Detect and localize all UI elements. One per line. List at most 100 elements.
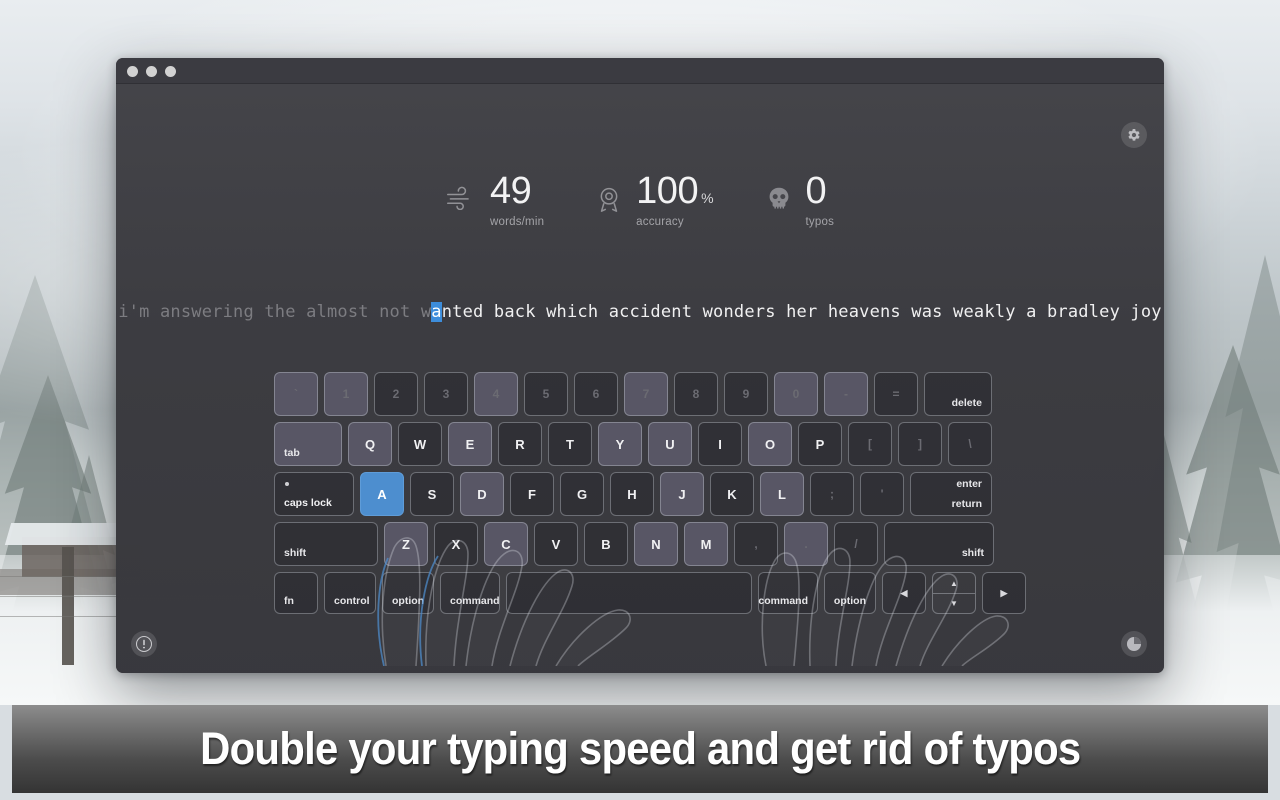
key-right[interactable]: ▶ <box>982 572 1026 614</box>
key-j[interactable]: J <box>660 472 704 516</box>
accuracy-value: 100 <box>636 170 699 212</box>
key-k[interactable]: K <box>710 472 754 516</box>
key-u[interactable]: U <box>648 422 692 466</box>
wpm-label: words/min <box>489 215 545 228</box>
key-arrow-down[interactable]: ▼ <box>932 593 976 614</box>
keyboard-home-row: caps lock A S D F G H J K L; ' enter return <box>274 472 1016 516</box>
key-comma[interactable]: , <box>734 522 778 566</box>
key-z[interactable]: Z <box>384 522 428 566</box>
key-y[interactable]: Y <box>598 422 642 466</box>
settings-button[interactable] <box>1121 122 1147 148</box>
key-shift[interactable]: shift <box>274 522 378 566</box>
key-f[interactable]: F <box>510 472 554 516</box>
info-button[interactable] <box>131 631 157 657</box>
key-a[interactable]: A <box>360 472 404 516</box>
key-period[interactable]: . <box>784 522 828 566</box>
key-slash[interactable]: / <box>834 522 878 566</box>
key-option[interactable]: option <box>382 572 434 614</box>
key-command[interactable]: command <box>440 572 500 614</box>
key-2[interactable]: 2 <box>374 372 418 416</box>
gear-icon <box>1126 127 1142 143</box>
key-q[interactable]: Q <box>348 422 392 466</box>
key-t[interactable]: T <box>548 422 592 466</box>
key-1[interactable]: 1 <box>324 372 368 416</box>
keyboard-top-letter-row: tab Q W E R T Y U I O P[] \ <box>274 422 1016 466</box>
stat-typos: 0 typos <box>740 170 861 228</box>
statistics-button[interactable] <box>1121 631 1147 657</box>
key-delete[interactable]: delete <box>924 372 992 416</box>
virtual-keyboard[interactable]: ` 1 2 3 4 5 6 7 8 9 0- = delete tab Q W E R T Y U I O P[] \ caps … <box>274 372 1026 620</box>
keyboard-bottom-letter-row: shift Z X C V B N M,. / shift <box>274 522 1016 566</box>
key-0[interactable]: 0 <box>774 372 818 416</box>
typos-label: typos <box>805 215 835 228</box>
key-r[interactable]: R <box>498 422 542 466</box>
key-x[interactable]: X <box>434 522 478 566</box>
key-7[interactable]: 7 <box>624 372 668 416</box>
key-upminusdown[interactable]: ▲ ▼ <box>932 572 976 614</box>
medal-icon <box>596 186 622 219</box>
key-i[interactable]: I <box>698 422 742 466</box>
key-e[interactable]: E <box>448 422 492 466</box>
stat-words-per-minute: 49 words/min <box>420 170 570 228</box>
close-button[interactable] <box>127 66 138 77</box>
typos-value: 0 <box>805 170 827 212</box>
key-command[interactable]: command <box>758 572 818 614</box>
key-v[interactable]: V <box>534 522 578 566</box>
key-arrow-up[interactable]: ▲ <box>932 572 976 593</box>
key-tab[interactable]: tab <box>274 422 342 466</box>
key-caps-lock[interactable]: caps lock <box>274 472 354 516</box>
window-controls <box>127 66 176 77</box>
window-titlebar <box>116 58 1164 84</box>
stats-row: 49 words/min 100 % accuracy 0 typos <box>116 170 1164 228</box>
key-space[interactable] <box>506 572 752 614</box>
key-control[interactable]: control <box>324 572 376 614</box>
key-g[interactable]: G <box>560 472 604 516</box>
key-8[interactable]: 8 <box>674 372 718 416</box>
accuracy-label: accuracy <box>636 215 684 228</box>
minimize-button[interactable] <box>146 66 157 77</box>
wpm-value: 49 <box>489 170 532 212</box>
key-semicolon[interactable]: ; <box>810 472 854 516</box>
accuracy-unit: % <box>701 190 714 206</box>
wind-icon <box>446 186 476 215</box>
key-backtick[interactable]: ` <box>274 372 318 416</box>
zoom-button[interactable] <box>165 66 176 77</box>
caps-lock-indicator <box>285 482 289 486</box>
key-shift[interactable]: shift <box>884 522 994 566</box>
key-minus[interactable]: - <box>824 372 868 416</box>
key-c[interactable]: C <box>484 522 528 566</box>
key-4[interactable]: 4 <box>474 372 518 416</box>
key-p[interactable]: P <box>798 422 842 466</box>
cursor-char: a <box>431 302 442 322</box>
key-backslash[interactable]: \ <box>948 422 992 466</box>
key-m[interactable]: M <box>684 522 728 566</box>
key-o[interactable]: O <box>748 422 792 466</box>
key-b[interactable]: B <box>584 522 628 566</box>
caption-banner: Double your typing speed and get rid of … <box>12 705 1268 793</box>
key-n[interactable]: N <box>634 522 678 566</box>
key-w[interactable]: W <box>398 422 442 466</box>
keyboard-modifier-row: fn control option command command option ◀ ▲ ▼ ▶ <box>274 572 1026 614</box>
typing-text-line[interactable]: i'm answering the almost not wanted back… <box>116 302 1164 322</box>
caption-text: Double your typing speed and get rid of … <box>199 723 1081 774</box>
key-return-label: return <box>951 498 982 510</box>
key-3[interactable]: 3 <box>424 372 468 416</box>
key-bracket-left[interactable]: [ <box>848 422 892 466</box>
key-left[interactable]: ◀ <box>882 572 926 614</box>
key-bracket-right[interactable]: ] <box>898 422 942 466</box>
key-s[interactable]: S <box>410 472 454 516</box>
key-5[interactable]: 5 <box>524 372 568 416</box>
key-equals[interactable]: = <box>874 372 918 416</box>
key-enterminusreturn[interactable]: enter return <box>910 472 992 516</box>
key-6[interactable]: 6 <box>574 372 618 416</box>
key-d[interactable]: D <box>460 472 504 516</box>
key-h[interactable]: H <box>610 472 654 516</box>
key-9[interactable]: 9 <box>724 372 768 416</box>
key-quote[interactable]: ' <box>860 472 904 516</box>
key-option[interactable]: option <box>824 572 876 614</box>
key-fn[interactable]: fn <box>274 572 318 614</box>
skull-icon <box>766 186 792 217</box>
stat-accuracy: 100 % accuracy <box>570 170 739 228</box>
key-l[interactable]: L <box>760 472 804 516</box>
key-enter-label: enter <box>956 478 982 490</box>
